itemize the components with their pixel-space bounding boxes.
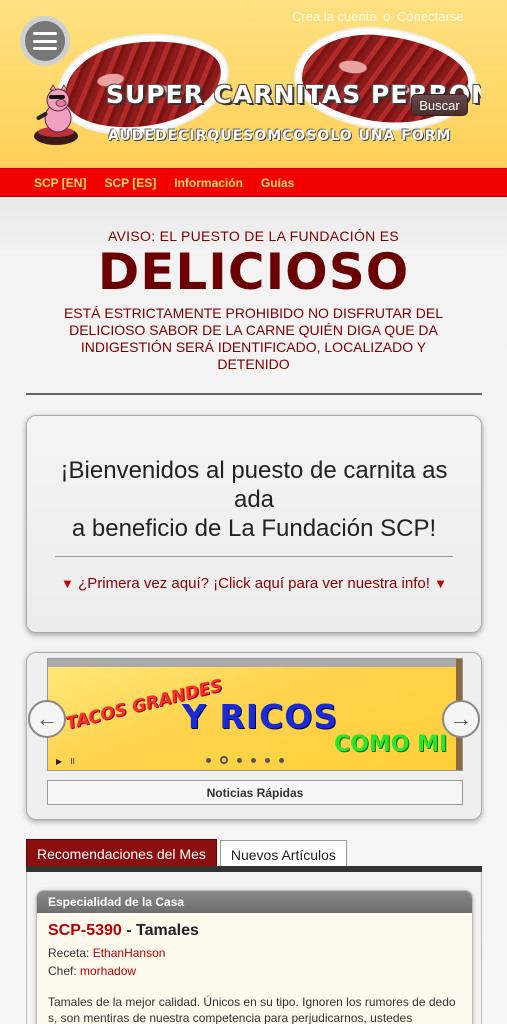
site-subtitle: AUDEDECIRQUESOMCOSOLO UNA FORM <box>108 128 452 144</box>
notice-divider <box>26 393 482 395</box>
nav-item-scp-es[interactable]: SCP [ES] <box>104 176 156 190</box>
account-links: Crea la cuenta o Conectarse <box>292 9 464 24</box>
nav-item-scp-en[interactable]: SCP [EN] <box>34 176 86 190</box>
notice-headline: DELICIOSO <box>97 243 410 301</box>
first-time-info-text[interactable]: ¿Primera vez aquí? ¡Click aquí para ver … <box>78 575 430 592</box>
feature-chef-row: Chef: morhadow <box>48 962 461 980</box>
slider-next-button[interactable]: → <box>442 700 480 738</box>
welcome-title-line3: a beneficio de La Fundación SCP! <box>71 515 437 542</box>
feature-title-rest: - Tamales <box>121 922 199 939</box>
first-time-info-link[interactable]: ▼ ¿Primera vez aquí? ¡Click aquí para ve… <box>27 575 481 592</box>
feature-description: Tamales de la mejor calidad. Únicos en s… <box>48 995 456 1024</box>
account-separator: o <box>383 9 391 24</box>
pig-mascot-logo <box>34 84 78 145</box>
hamburger-icon <box>33 32 57 50</box>
news-slider: TACOS GRANDES Y RICOS COMO MI ▶ II ← → N… <box>26 652 482 820</box>
arrow-left-icon: ← <box>36 706 58 731</box>
site-header: Crea la cuenta o Conectarse SUPER CARNIT… <box>0 0 507 168</box>
feature-title: SCP-5390 - Tamales <box>48 922 461 940</box>
notice-intro: AVISO: EL PUESTO DE LA FUNDACIÓN ES <box>107 228 400 244</box>
feature-chef-link[interactable]: morhadow <box>80 964 136 978</box>
slide-dot-active[interactable] <box>220 756 228 764</box>
slide-dot[interactable] <box>206 757 211 763</box>
feature-card-header: Especialidad de la Casa <box>37 891 472 913</box>
notice-text: ESTÁ ESTRICTAMENTE PROHIBIDO NO DISFRUTA… <box>63 304 444 372</box>
slide-dot[interactable] <box>251 757 256 763</box>
nav-item-guias[interactable]: Guías <box>261 176 294 190</box>
welcome-title-line1: ¡Bienvenidos al puesto de carnita as <box>60 457 448 484</box>
feature-chef-label: Chef: <box>48 964 81 978</box>
slide-text-y-ricos: Y RICOS <box>182 697 339 736</box>
slider-caption: Noticias Rápidas <box>47 780 463 805</box>
create-account-link[interactable]: Crea la cuenta <box>292 9 377 24</box>
top-nav-bar: SCP [EN] SCP [ES] Información Guías <box>0 168 507 197</box>
welcome-divider <box>55 556 453 557</box>
login-link[interactable]: Conectarse <box>397 9 463 24</box>
hamburger-menu-button[interactable] <box>20 16 70 66</box>
welcome-title-line2: ada <box>233 486 275 513</box>
slide-playback-controls: ▶ II <box>56 757 75 766</box>
slide-text-como-mi: COMO MI <box>334 732 448 757</box>
search-button[interactable]: Buscar <box>411 94 468 116</box>
meat-image-right <box>291 20 479 138</box>
slide-image[interactable]: TACOS GRANDES Y RICOS COMO MI ▶ II <box>47 658 463 771</box>
slide-dot[interactable] <box>265 757 270 763</box>
feature-recipe-author-link[interactable]: EthanHanson <box>93 946 166 960</box>
slide-dot[interactable] <box>279 757 284 763</box>
welcome-box: ¡Bienvenidos al puesto de carnita as ada… <box>26 415 482 633</box>
slide-top-bar <box>48 659 462 667</box>
pause-icon[interactable]: II <box>70 757 74 766</box>
feature-recipe-row: Receta: EthanHanson <box>48 944 461 962</box>
feature-scp-link[interactable]: SCP-5390 <box>48 922 122 939</box>
content-tabs: Recomendaciones del Mes Nuevos Artículos <box>26 839 347 868</box>
triangle-down-icon: ▼ <box>434 576 447 591</box>
slider-prev-button[interactable]: ← <box>28 700 66 738</box>
arrow-right-icon: → <box>450 706 472 731</box>
triangle-down-icon: ▼ <box>61 576 74 591</box>
tab-recomendaciones[interactable]: Recomendaciones del Mes <box>26 839 217 867</box>
feature-card-body: SCP-5390 - Tamales Receta: EthanHanson C… <box>37 913 472 1024</box>
tab-nuevos-articulos[interactable]: Nuevos Artículos <box>219 840 347 868</box>
feature-meta: Receta: EthanHanson Chef: morhadow <box>48 944 461 980</box>
welcome-title: ¡Bienvenidos al puesto de carnita as ada… <box>27 456 481 543</box>
nav-item-informacion[interactable]: Información <box>174 176 243 190</box>
tab-panel: Especialidad de la Casa SCP-5390 - Tamal… <box>26 872 482 1024</box>
play-icon[interactable]: ▶ <box>56 757 62 766</box>
slide-dot[interactable] <box>237 757 242 763</box>
feature-recipe-label: Receta: <box>48 946 93 960</box>
notice-block: AVISO: EL PUESTO DE LA FUNDACIÓN ES DELI… <box>0 228 507 373</box>
feature-card: Especialidad de la Casa SCP-5390 - Tamal… <box>36 890 473 1024</box>
slide-pagination-dots <box>206 756 284 764</box>
